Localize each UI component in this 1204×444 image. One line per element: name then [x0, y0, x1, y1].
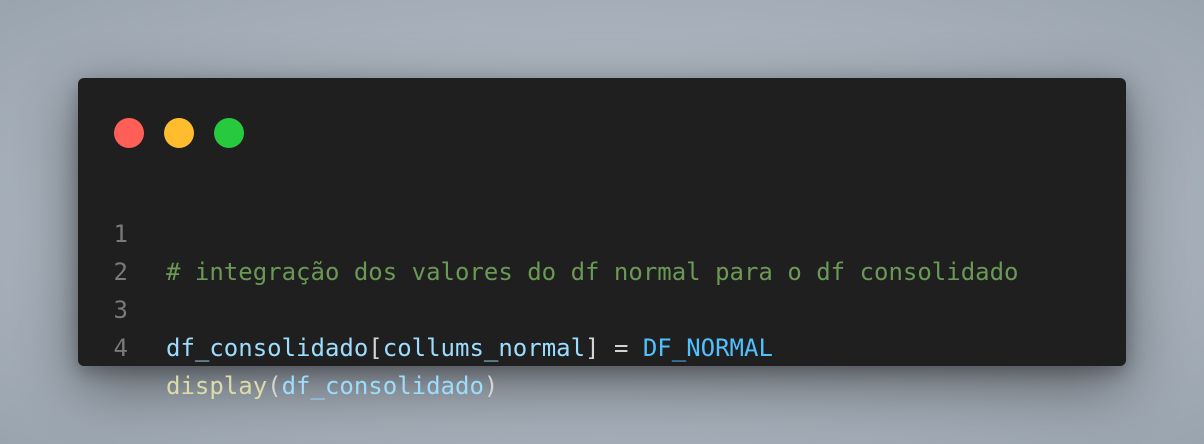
code-window: 1 # integração dos valores do df normal …	[78, 78, 1126, 400]
code-token-punct: (	[267, 372, 282, 400]
code-token-punct: ] =	[585, 334, 643, 362]
code-block: 1 # integração dos valores do df normal …	[78, 177, 1126, 400]
maximize-dot-icon[interactable]	[214, 118, 244, 148]
code-token-var: df_consolidado	[166, 334, 369, 362]
code-line: 3 df_consolidado[collums_normal] = DF_NO…	[78, 253, 1126, 362]
close-dot-icon[interactable]	[114, 118, 144, 148]
code-token-func: display	[166, 372, 268, 400]
code-token-var: collums_normal	[382, 334, 586, 362]
window-controls	[114, 118, 244, 148]
code-token-const: DF_NORMAL	[642, 334, 773, 362]
code-token-punct: [	[368, 334, 383, 362]
line-content: display(df_consolidado)	[166, 367, 498, 405]
line-number: 4	[113, 334, 128, 362]
code-token-var: df_consolidado	[281, 372, 484, 400]
line-content: df_consolidado[collums_normal] = DF_NORM…	[166, 329, 773, 367]
code-token-punct: )	[483, 372, 499, 400]
code-line: 4 display(df_consolidado)	[78, 291, 1126, 400]
code-line: 1 # integração dos valores do df normal …	[78, 177, 1126, 286]
code-line: 2	[78, 215, 1126, 286]
minimize-dot-icon[interactable]	[164, 118, 194, 148]
